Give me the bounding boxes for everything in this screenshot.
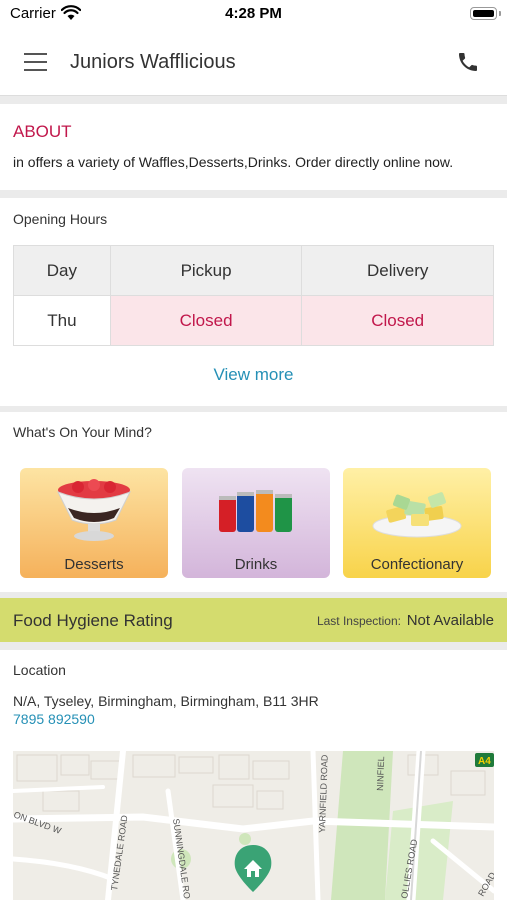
clock: 4:28 PM [225, 5, 282, 22]
last-inspection-value: Not Available [406, 612, 494, 629]
delivery-status-cell: Closed [301, 295, 494, 346]
soda-cans-image [219, 490, 292, 532]
map-road-badge: A4 [478, 756, 491, 767]
location-phone-link[interactable]: 7895 892590 [13, 711, 95, 727]
hamburger-menu-icon[interactable] [24, 53, 47, 71]
view-more-link[interactable]: View more [0, 365, 507, 385]
map-canvas: A4 TYNEDALE ROAD SUNNINGDALE RO YARNFIEL… [13, 751, 494, 900]
categories-heading: What's On Your Mind? [13, 424, 152, 440]
category-tile-desserts[interactable]: Desserts [20, 468, 168, 578]
about-description: in offers a variety of Waffles,Desserts,… [13, 154, 454, 170]
table-header-row: Day Pickup Delivery [13, 245, 494, 296]
battery-icon [470, 7, 497, 20]
sweets-plate-image [372, 492, 462, 538]
about-title: ABOUT [13, 122, 72, 141]
location-map[interactable]: A4 TYNEDALE ROAD SUNNINGDALE RO YARNFIEL… [13, 751, 494, 900]
category-tile-confectionary[interactable]: Confectionary [343, 468, 491, 578]
food-hygiene-title: Food Hygiene Rating [13, 611, 173, 630]
opening-hours-table: Day Pickup Delivery Thu Closed Closed [13, 245, 494, 346]
column-header-day: Day [13, 245, 111, 296]
tile-label: Confectionary [370, 556, 464, 573]
last-inspection-label: Last Inspection: [316, 614, 401, 628]
dessert-bowl-image [56, 479, 132, 541]
tile-label: Desserts [64, 556, 124, 573]
food-hygiene-bar: Food Hygiene Rating Last Inspection: Not… [0, 598, 507, 642]
location-heading: Location [13, 662, 66, 678]
app-header: Juniors Wafflicious [0, 30, 507, 96]
location-section: Location N/A, Tyseley, Birmingham, Birmi… [0, 650, 507, 900]
day-cell: Thu [13, 295, 111, 346]
location-address: N/A, Tyseley, Birmingham, Birmingham, B1… [13, 693, 319, 709]
category-tile-drinks[interactable]: Drinks [182, 468, 330, 578]
categories-section: What's On Your Mind? Desserts Drinks Con… [0, 412, 507, 592]
map-road-label: NINFIEL [375, 756, 386, 791]
column-header-delivery: Delivery [301, 245, 494, 296]
phone-icon[interactable] [456, 50, 480, 74]
tile-label: Drinks [234, 556, 278, 573]
table-row: Thu Closed Closed [13, 295, 494, 346]
opening-hours-section: Opening Hours Day Pickup Delivery Thu Cl… [0, 198, 507, 406]
opening-hours-heading: Opening Hours [13, 211, 108, 227]
header-title: Juniors Wafflicious [70, 51, 236, 73]
about-section: ABOUT in offers a variety of Waffles,Des… [0, 104, 507, 190]
status-bar: Carrier 4:28 PM [0, 0, 507, 30]
column-header-pickup: Pickup [109, 245, 303, 296]
pickup-status-cell: Closed [109, 295, 303, 346]
